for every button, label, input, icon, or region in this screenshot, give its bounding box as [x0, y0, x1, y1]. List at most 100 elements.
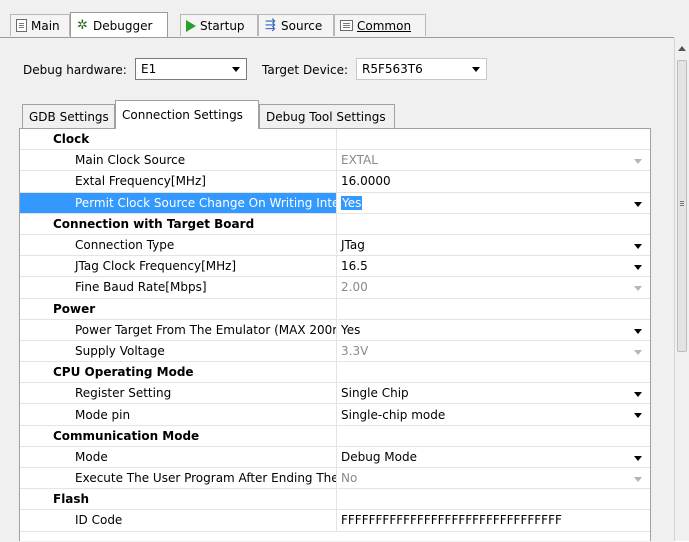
tab-gdb-settings-label: GDB Settings: [29, 109, 109, 124]
chevron-down-icon[interactable]: [634, 201, 642, 207]
property-value: 16.5: [341, 259, 368, 274]
property-label: Main Clock Source: [20, 150, 337, 171]
connection-settings-table: Clock Main Clock Source EXTAL Extal Frequen…: [19, 128, 651, 541]
category-label: Connection with Target Board: [20, 213, 337, 234]
tab-common-label: Common: [357, 18, 412, 33]
property-row[interactable]: Extal Frequency[MHz] 16.0000: [20, 171, 650, 193]
property-value: 2.00: [341, 280, 368, 295]
property-row[interactable]: Execute The User Program After Ending Th…: [20, 468, 650, 490]
property-value: 16.0000: [341, 174, 391, 189]
property-value-cell[interactable]: 2.00: [337, 277, 650, 297]
property-value-cell[interactable]: Yes: [337, 320, 650, 340]
property-value: Single-chip mode: [341, 407, 446, 422]
scrollbar-thumb[interactable]: [677, 60, 687, 352]
property-value: 3.3V: [341, 343, 369, 358]
debug-hardware-value: E1: [141, 62, 157, 76]
tab-startup-label: Startup: [200, 18, 245, 33]
target-device-label: Target Device:: [262, 63, 349, 77]
property-value-cell[interactable]: Debug Mode: [337, 447, 650, 467]
property-value-cell[interactable]: 16.0000: [337, 171, 650, 191]
category-row: CPU Operating Mode: [20, 362, 650, 384]
property-label: Execute The User Program After Ending Th…: [20, 468, 337, 489]
chevron-down-icon: [634, 159, 642, 165]
category-label: CPU Operating Mode: [20, 362, 337, 383]
tab-connection-settings[interactable]: Connection Settings: [115, 100, 259, 129]
common-icon: [340, 20, 353, 31]
property-value: Debug Mode: [341, 449, 417, 464]
property-row[interactable]: Register Setting Single Chip: [20, 383, 650, 405]
property-label: Mode pin: [20, 404, 337, 425]
property-value-cell: [337, 362, 650, 382]
tab-debug-tool-settings-label: Debug Tool Settings: [266, 109, 386, 124]
property-label: ID Code: [20, 510, 337, 531]
property-value-cell[interactable]: Single Chip: [337, 383, 650, 403]
chevron-down-icon[interactable]: [634, 455, 642, 461]
category-row: Power: [20, 298, 650, 320]
property-value-cell[interactable]: EXTAL: [337, 150, 650, 170]
tab-debug-tool-settings[interactable]: Debug Tool Settings: [259, 104, 395, 128]
tab-source-label: Source: [281, 18, 323, 33]
property-row[interactable]: Supply Voltage 3.3V: [20, 340, 650, 363]
category-row: Flash: [20, 489, 650, 511]
chevron-down-icon[interactable]: [634, 243, 642, 249]
property-value-cell[interactable]: 3.3V: [337, 341, 650, 361]
property-row[interactable]: Mode pin Single-chip mode: [20, 404, 650, 426]
property-row[interactable]: Fine Baud Rate[Mbps] 2.00: [20, 277, 650, 299]
property-value-cell: [337, 129, 650, 149]
property-value-cell[interactable]: 16.5: [337, 256, 650, 276]
chevron-down-icon: [232, 67, 240, 72]
tab-common[interactable]: Common: [334, 14, 426, 36]
play-icon: [186, 19, 196, 32]
tab-debugger[interactable]: ✲ Debugger: [70, 12, 168, 38]
category-label: Power: [20, 298, 337, 319]
chevron-down-icon: [634, 349, 642, 355]
property-value-cell[interactable]: JTag: [337, 235, 650, 255]
property-label: Connection Type: [20, 234, 337, 256]
chevron-down-icon[interactable]: [634, 265, 642, 271]
chevron-down-icon[interactable]: [634, 328, 642, 334]
property-value: Yes: [341, 322, 361, 337]
property-value: No: [341, 471, 358, 486]
target-device-select[interactable]: R5F563T6: [356, 58, 487, 80]
scroll-up-arrow-icon[interactable]: [678, 46, 686, 51]
category-label: Communication Mode: [20, 425, 337, 446]
vertical-scrollbar[interactable]: [674, 38, 689, 541]
debug-hardware-label: Debug hardware:: [23, 63, 127, 77]
property-label: Mode: [20, 446, 337, 467]
target-device-value: R5F563T6: [362, 62, 423, 76]
category-label: Flash: [20, 489, 337, 510]
tab-source[interactable]: ⇶ Source: [258, 14, 334, 36]
property-row[interactable]: Power Target From The Emulator (MAX 200m…: [20, 319, 650, 341]
debug-hardware-select[interactable]: E1: [135, 58, 247, 80]
property-label: Register Setting: [20, 383, 337, 404]
property-label: Fine Baud Rate[Mbps]: [20, 277, 337, 298]
chevron-down-icon[interactable]: [634, 413, 642, 419]
property-value-cell: [337, 489, 650, 509]
main-tab-icon: [16, 19, 27, 32]
tab-startup[interactable]: Startup: [180, 14, 258, 36]
property-value: JTag: [341, 238, 365, 253]
property-value-cell[interactable]: FFFFFFFFFFFFFFFFFFFFFFFFFFFFFFFF: [337, 510, 650, 530]
tab-main[interactable]: Main: [10, 14, 70, 36]
tab-gdb-settings[interactable]: GDB Settings: [22, 104, 115, 128]
category-row: Communication Mode: [20, 425, 650, 447]
property-value-cell: [337, 214, 650, 234]
property-row[interactable]: Mode Debug Mode: [20, 446, 650, 468]
property-row[interactable]: JTag Clock Frequency[MHz] 16.5: [20, 256, 650, 278]
property-value-cell[interactable]: Yes: [337, 193, 650, 213]
property-value-cell[interactable]: No: [337, 468, 650, 488]
property-value-cell: [337, 299, 650, 319]
property-row[interactable]: ID Code FFFFFFFFFFFFFFFFFFFFFFFFFFFFFFFF: [20, 510, 650, 532]
property-label: JTag Clock Frequency[MHz]: [20, 256, 337, 277]
category-label: Clock: [20, 129, 337, 150]
chevron-down-icon: [634, 286, 642, 292]
property-row[interactable]: Permit Clock Source Change On Writing In…: [20, 192, 650, 214]
property-row[interactable]: Connection Type JTag: [20, 234, 650, 257]
property-value-cell: [337, 426, 650, 446]
property-value-cell[interactable]: Single-chip mode: [337, 404, 650, 424]
property-label: Power Target From The Emulator (MAX 200m…: [20, 319, 337, 340]
property-row[interactable]: Main Clock Source EXTAL: [20, 150, 650, 172]
chevron-down-icon[interactable]: [634, 392, 642, 398]
property-label: Extal Frequency[MHz]: [20, 171, 337, 192]
category-row: Connection with Target Board: [20, 213, 650, 235]
